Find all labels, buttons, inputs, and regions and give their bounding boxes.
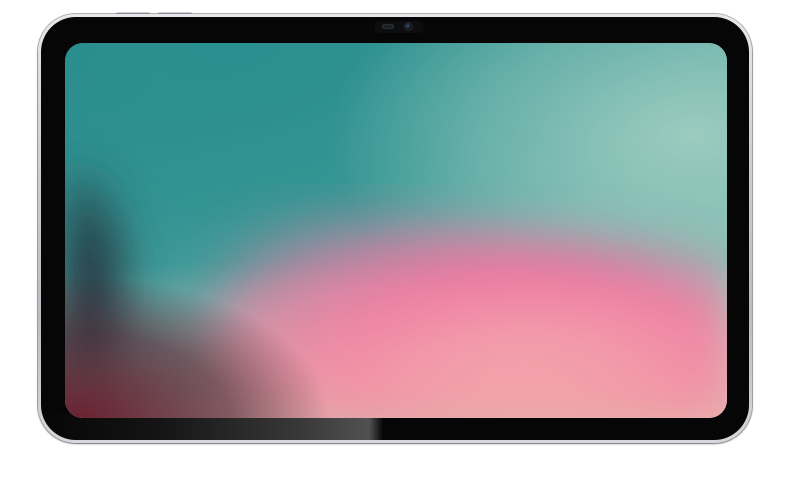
tablet-device xyxy=(38,14,752,443)
stage xyxy=(0,0,792,502)
wallpaper xyxy=(65,43,727,418)
camera-lens-icon xyxy=(405,23,412,30)
front-camera xyxy=(374,21,424,33)
tablet-screen[interactable] xyxy=(65,43,727,418)
face-sensor xyxy=(382,24,394,29)
wallpaper-maroon-corner xyxy=(65,43,727,418)
tablet-bezel xyxy=(41,17,749,440)
